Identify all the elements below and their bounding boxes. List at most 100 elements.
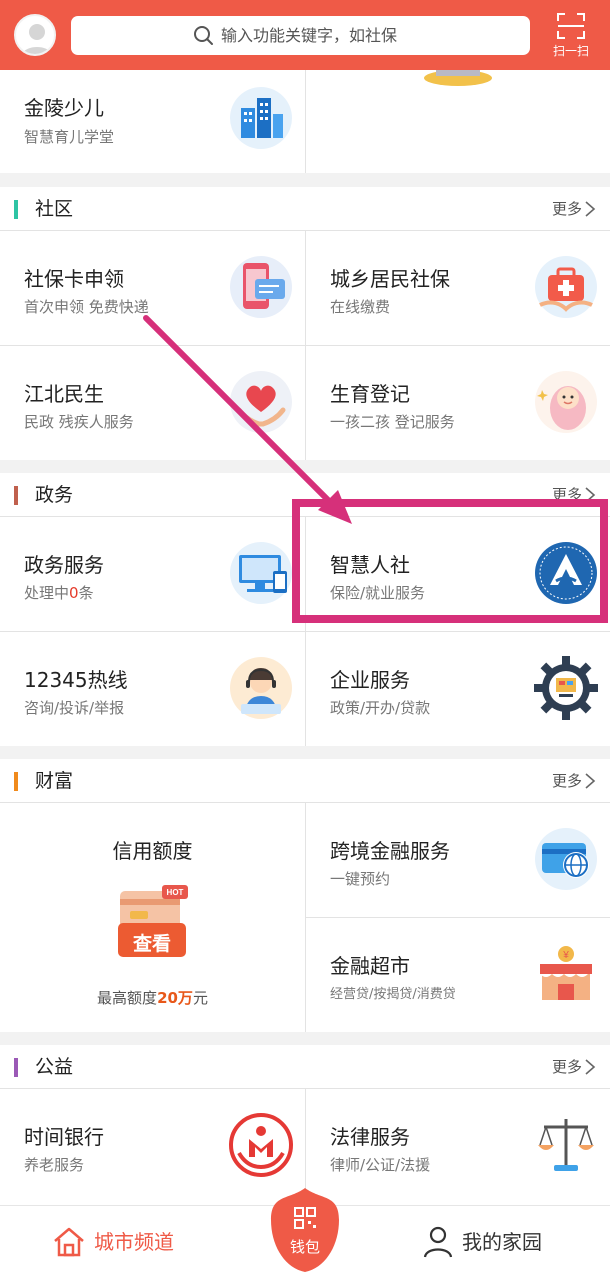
tile-title: 社保卡申领 xyxy=(24,267,124,291)
more-link-wealth[interactable]: 更多 xyxy=(552,759,582,803)
tile-subtitle: 一键预约 xyxy=(330,870,391,888)
pending-count: 0 xyxy=(69,584,79,602)
tile-title: 法律服务 xyxy=(330,1125,410,1149)
phone-card-icon xyxy=(230,256,292,318)
tile-hotline-12345[interactable]: 12345热线 咨询/投诉/举报 xyxy=(0,632,305,746)
city-buildings-icon xyxy=(230,87,292,149)
baby-icon xyxy=(535,371,597,433)
credit-sub-prefix: 最高额度 xyxy=(97,989,158,1007)
tile-jiangbei-livelihood[interactable]: 江北民生 民政 残疾人服务 xyxy=(0,346,305,460)
tile-subtitle: 咨询/投诉/举报 xyxy=(24,699,125,717)
more-link-community[interactable]: 更多 xyxy=(552,187,582,231)
tile-government-service[interactable]: 政务服务 处理中0条 xyxy=(0,517,305,631)
chevron-right-icon[interactable] xyxy=(584,486,596,504)
tile-enterprise-service[interactable]: 企业服务 政策/开办/贷款 xyxy=(306,632,610,746)
tile-subtitle: 政策/开办/贷款 xyxy=(330,699,431,717)
chevron-right-icon[interactable] xyxy=(584,200,596,218)
tile-subtitle: 首次申领 免费快递 xyxy=(24,298,149,316)
bottom-navigation: 城市频道 钱包 我的家园 xyxy=(0,1188,610,1279)
tile-title: 跨境金融服务 xyxy=(330,839,450,863)
more-link-government[interactable]: 更多 xyxy=(552,473,582,517)
charity-logo-icon xyxy=(229,1113,293,1177)
tile-subtitle: 保险/就业服务 xyxy=(330,584,426,602)
tile-title: 金融超市 xyxy=(330,954,410,978)
app-header: 输入功能关键字，如社保 扫一扫 xyxy=(0,0,610,70)
hr-social-security-logo-icon xyxy=(535,542,597,604)
section-header-welfare: 公益 更多 xyxy=(0,1045,610,1089)
section-accent-bar xyxy=(14,200,18,219)
tile-title: 江北民生 xyxy=(24,382,104,406)
section-title: 社区 xyxy=(35,198,74,220)
tile-cross-border-finance[interactable]: 跨境金融服务 一键预约 xyxy=(306,803,610,917)
user-avatar[interactable] xyxy=(14,14,56,56)
tile-credit-limit[interactable]: 信用额度 HOT 查看 最高额度20万元 xyxy=(0,803,305,1032)
tile-social-card-apply[interactable]: 社保卡申领 首次申领 免费快递 xyxy=(0,231,305,345)
section-header-community: 社区 更多 xyxy=(0,187,610,231)
home-icon xyxy=(54,1227,84,1257)
wallet-badge-icon xyxy=(271,1188,339,1272)
tile-subtitle: 养老服务 xyxy=(24,1156,85,1174)
medical-kit-icon xyxy=(535,256,597,318)
tile-birth-registration[interactable]: 生育登记 一孩二孩 登记服务 xyxy=(306,346,610,460)
section-header-government: 政务 更多 xyxy=(0,473,610,517)
more-link-welfare[interactable]: 更多 xyxy=(552,1045,582,1089)
tile-title: 12345热线 xyxy=(24,668,128,692)
nav-my-home-label: 我的家园 xyxy=(462,1230,542,1254)
tile-title: 企业服务 xyxy=(330,668,410,692)
credit-amount: 20万 xyxy=(157,989,193,1007)
globe-card-icon xyxy=(535,828,597,890)
tile-smart-hr-social[interactable]: 智慧人社 保险/就业服务 xyxy=(306,517,610,631)
nav-wallet-label: 钱包 xyxy=(289,1238,320,1256)
scan-label: 扫一扫 xyxy=(552,44,589,58)
scan-icon xyxy=(557,13,585,39)
divider xyxy=(305,803,306,1032)
tile-subtitle: 一孩二孩 登记服务 xyxy=(330,413,455,431)
section-accent-bar xyxy=(14,772,18,791)
search-placeholder: 输入功能关键字，如社保 xyxy=(221,26,398,45)
nav-city-channel-label: 城市频道 xyxy=(94,1230,174,1254)
tile-time-bank[interactable]: 时间银行 养老服务 xyxy=(0,1089,305,1205)
credit-title: 信用额度 xyxy=(112,839,193,863)
computer-devices-icon xyxy=(230,542,292,604)
tile-partial-hidden[interactable] xyxy=(306,70,610,173)
yen-symbol-icon: ¥ xyxy=(562,950,569,961)
view-credit-button[interactable]: 查看 xyxy=(118,929,186,956)
tile-title: 政务服务 xyxy=(24,553,104,577)
tile-subtitle: 在线缴费 xyxy=(330,298,391,316)
section-title: 公益 xyxy=(35,1056,74,1078)
search-icon xyxy=(194,26,213,45)
tile-subtitle: 处理中0条 xyxy=(24,582,94,603)
tile-resident-social-insurance[interactable]: 城乡居民社保 在线缴费 xyxy=(306,231,610,345)
credit-subtitle: 最高额度20万元 xyxy=(0,987,305,1008)
tile-legal-service[interactable]: 法律服务 律师/公证/法援 xyxy=(306,1089,610,1205)
pending-unit: 条 xyxy=(78,584,94,602)
nav-city-channel[interactable]: 城市频道 xyxy=(50,1220,200,1264)
divider xyxy=(305,517,306,746)
nav-wallet-button[interactable]: 钱包 xyxy=(269,1186,341,1274)
search-box[interactable]: 输入功能关键字，如社保 xyxy=(71,16,530,55)
chevron-right-icon[interactable] xyxy=(584,772,596,790)
section-accent-bar xyxy=(14,1058,18,1077)
partial-illustration-icon xyxy=(424,70,492,86)
divider xyxy=(305,231,306,460)
pending-label: 处理中 xyxy=(24,584,70,602)
tile-finance-supermarket[interactable]: 金融超市 经营贷/按揭贷/消费贷 ¥ xyxy=(306,918,610,1032)
tile-title: 金陵少儿 xyxy=(24,96,104,120)
credit-sub-suffix: 元 xyxy=(192,989,208,1007)
tile-title: 智慧人社 xyxy=(330,553,410,577)
nav-my-home[interactable]: 我的家园 xyxy=(420,1220,580,1264)
section-header-wealth: 财富 更多 xyxy=(0,759,610,803)
tile-subtitle: 智慧育儿学堂 xyxy=(24,128,115,146)
section-accent-bar xyxy=(14,486,18,505)
scan-button[interactable]: 扫一扫 xyxy=(548,10,594,62)
tile-subtitle: 民政 残疾人服务 xyxy=(24,413,134,431)
tile-jinling-kids[interactable]: 金陵少儿 智慧育儿学堂 xyxy=(0,70,305,173)
tile-title: 生育登记 xyxy=(330,382,410,406)
customer-service-icon xyxy=(230,657,292,719)
section-title: 政务 xyxy=(35,484,74,506)
tile-title: 城乡居民社保 xyxy=(330,267,450,291)
shop-icon: ¥ xyxy=(540,946,592,1000)
chevron-right-icon[interactable] xyxy=(584,1058,596,1076)
scales-of-justice-icon xyxy=(538,1119,594,1171)
hot-badge-text: HOT xyxy=(167,888,184,897)
